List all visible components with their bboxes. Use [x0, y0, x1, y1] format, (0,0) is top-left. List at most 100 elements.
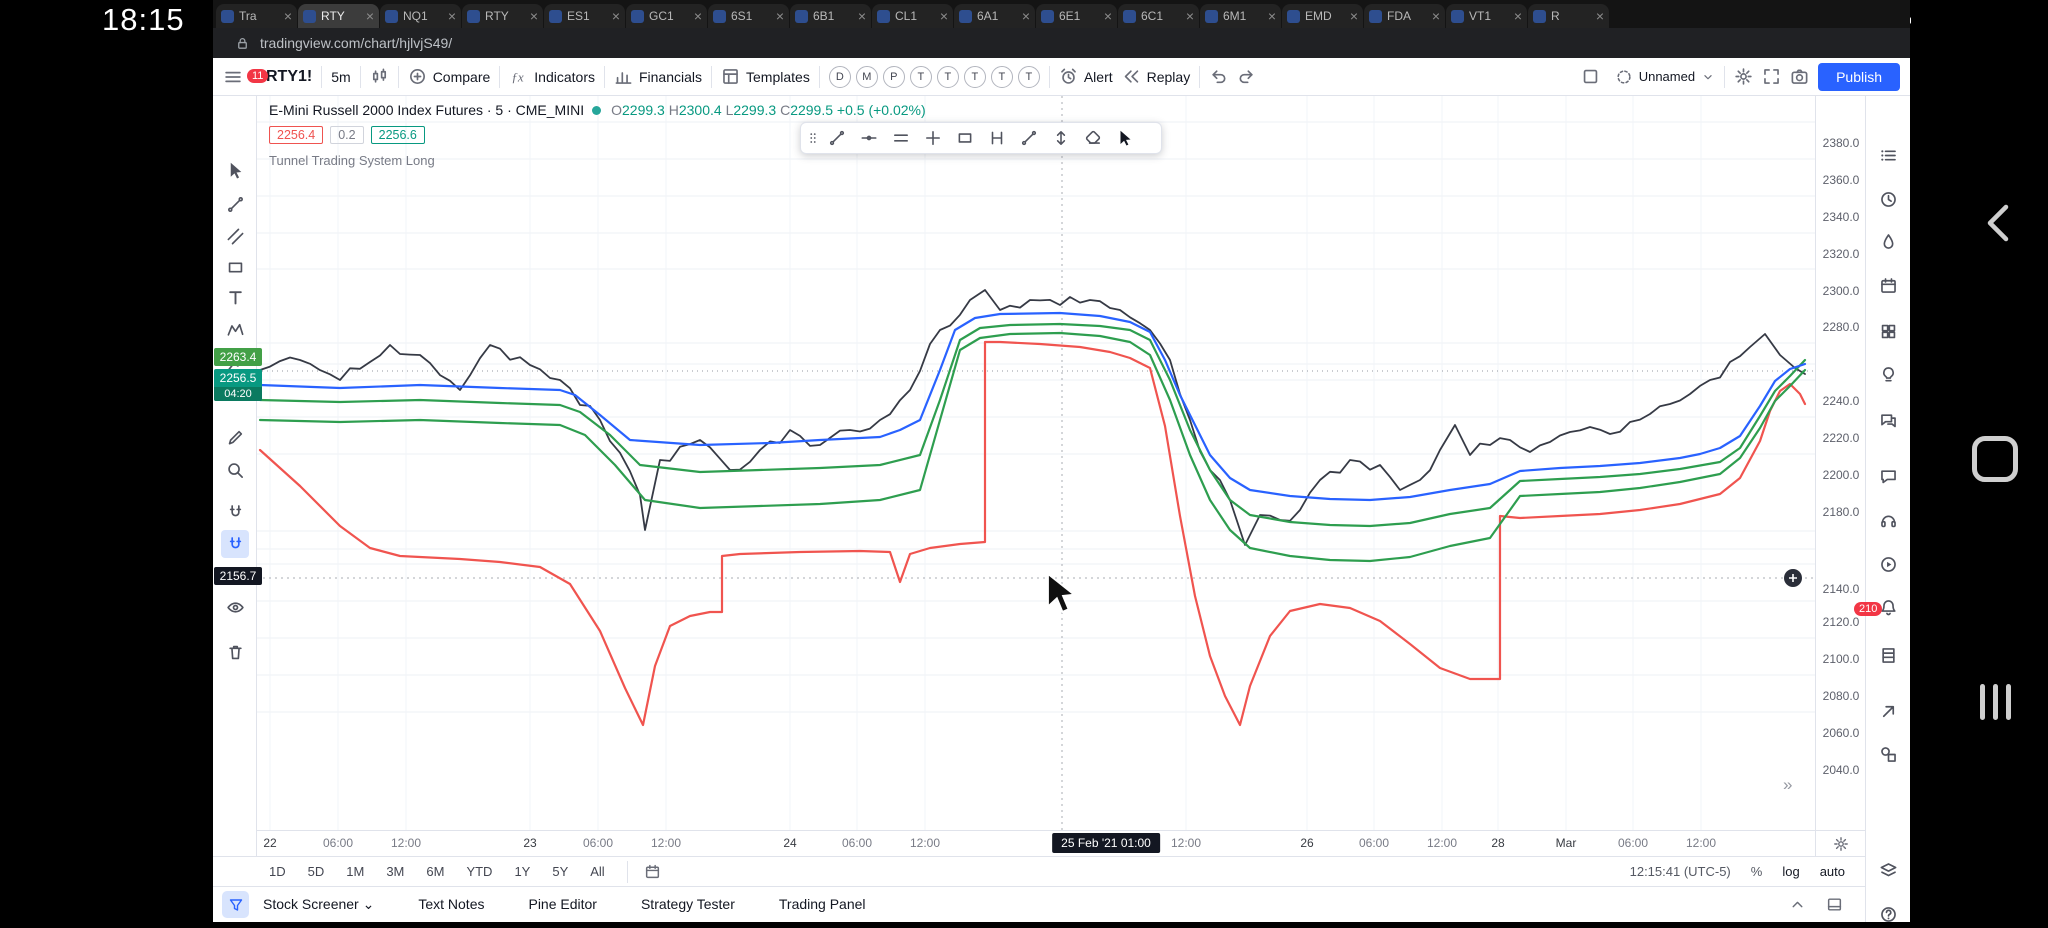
- price-range-icon[interactable]: [1045, 124, 1077, 152]
- templates-button[interactable]: Templates: [721, 67, 810, 86]
- screener-filter-button[interactable]: [222, 891, 249, 918]
- browser-tab[interactable]: 6A1 ×: [954, 4, 1035, 28]
- indicator-legend-row[interactable]: Tunnel Trading System Long: [269, 153, 926, 168]
- browser-tab[interactable]: 6S1 ×: [708, 4, 789, 28]
- tab-close-icon[interactable]: ×: [776, 9, 784, 23]
- quick-interval-button[interactable]: T: [990, 65, 1013, 88]
- save-layout-button[interactable]: Unnamed: [1615, 68, 1715, 86]
- drawing-mode-active-button[interactable]: [221, 530, 249, 558]
- browser-tab[interactable]: RTY ×: [298, 4, 379, 28]
- panel-tab[interactable]: Trading Panel: [779, 896, 866, 913]
- tab-close-icon[interactable]: ×: [1268, 9, 1276, 23]
- redo-button[interactable]: [1237, 67, 1256, 86]
- trend-line-tool-button[interactable]: [221, 190, 249, 218]
- compare-button[interactable]: Compare: [408, 67, 490, 86]
- hotlists-button[interactable]: [1874, 227, 1902, 255]
- panel-collapse-icon[interactable]: [1789, 896, 1806, 913]
- channel-tool-button[interactable]: [221, 222, 249, 250]
- undo-button[interactable]: [1209, 67, 1228, 86]
- panel-tab[interactable]: Pine Editor: [528, 896, 596, 913]
- collapse-scale-button[interactable]: »: [1783, 775, 1792, 795]
- browser-tab[interactable]: ES1 ×: [544, 4, 625, 28]
- tab-close-icon[interactable]: ×: [858, 9, 866, 23]
- main-menu-button[interactable]: 11: [223, 67, 269, 87]
- tab-close-icon[interactable]: ×: [1022, 9, 1030, 23]
- quick-interval-button[interactable]: T: [909, 65, 932, 88]
- eraser-icon[interactable]: [1077, 124, 1109, 152]
- tab-close-icon[interactable]: ×: [366, 9, 374, 23]
- browser-tab[interactable]: 6E1 ×: [1036, 4, 1117, 28]
- panel-tab[interactable]: Stock Screener ⌄: [263, 896, 374, 913]
- replay-button[interactable]: Replay: [1122, 67, 1190, 86]
- browser-tab[interactable]: R ×: [1528, 4, 1609, 28]
- tab-close-icon[interactable]: ×: [1432, 9, 1440, 23]
- hide-drawings-button[interactable]: [221, 593, 249, 621]
- price-axis[interactable]: 2380.0 2360.0 2340.0 2320.0 2300.0 2280.0 2240…: [1815, 96, 1865, 830]
- panel-tab[interactable]: Text Notes: [418, 896, 484, 913]
- dom-button[interactable]: [1874, 641, 1902, 669]
- cursor-select-icon[interactable]: [1109, 124, 1141, 152]
- pattern-tool-button[interactable]: [221, 315, 249, 343]
- calendar-button[interactable]: [1874, 271, 1902, 299]
- magnet-mode-button[interactable]: [221, 498, 249, 526]
- auto-scale-button[interactable]: auto: [1820, 864, 1845, 879]
- chart-canvas[interactable]: [257, 96, 1815, 830]
- browser-tab[interactable]: GC1 ×: [626, 4, 707, 28]
- android-recents-button[interactable]: [1980, 684, 2011, 720]
- interval-button[interactable]: 5m: [331, 69, 350, 85]
- browser-tab[interactable]: FDA ×: [1364, 4, 1445, 28]
- alerts-button[interactable]: [1874, 185, 1902, 213]
- android-home-button[interactable]: [1972, 436, 2018, 482]
- streams-button[interactable]: [1874, 550, 1902, 578]
- publish-idea-button[interactable]: [1874, 697, 1902, 725]
- quick-interval-button[interactable]: M: [855, 65, 878, 88]
- browser-tab[interactable]: EMD ×: [1282, 4, 1363, 28]
- trend-line-icon[interactable]: [821, 124, 853, 152]
- quick-interval-button[interactable]: D: [828, 65, 851, 88]
- fullscreen-button[interactable]: [1762, 67, 1781, 86]
- browser-tab[interactable]: VT1 ×: [1446, 4, 1527, 28]
- alert-button[interactable]: Alert: [1059, 67, 1113, 86]
- ideas-button[interactable]: [1874, 360, 1902, 388]
- drag-handle[interactable]: [805, 124, 821, 152]
- server-clock[interactable]: 12:15:41 (UTC-5): [1630, 864, 1731, 879]
- panel-tab[interactable]: Strategy Tester: [641, 896, 735, 913]
- range-button[interactable]: 5D: [308, 864, 325, 879]
- text-tool-button[interactable]: [221, 283, 249, 311]
- quick-interval-button[interactable]: T: [1017, 65, 1040, 88]
- tab-close-icon[interactable]: ×: [612, 9, 620, 23]
- object-tree-button[interactable]: [1874, 317, 1902, 345]
- tab-close-icon[interactable]: ×: [1514, 9, 1522, 23]
- browser-tab[interactable]: NQ1 ×: [380, 4, 461, 28]
- time-axis-settings[interactable]: [1815, 830, 1865, 856]
- browser-tab[interactable]: 6C1 ×: [1118, 4, 1199, 28]
- private-chat-button[interactable]: [1874, 462, 1902, 490]
- browser-tab[interactable]: Tra ×: [216, 4, 297, 28]
- tab-close-icon[interactable]: ×: [448, 9, 456, 23]
- time-axis[interactable]: 25 Feb '21 01:00 22 06:00 12:00 23 06:00 12:0…: [257, 830, 1815, 856]
- snapshot-button[interactable]: [1790, 67, 1809, 86]
- object-layers-button[interactable]: [1874, 856, 1902, 884]
- publish-button[interactable]: Publish: [1818, 62, 1900, 91]
- zoom-tool-button[interactable]: [221, 456, 249, 484]
- tab-close-icon[interactable]: ×: [530, 9, 538, 23]
- public-chat-button[interactable]: [1874, 406, 1902, 434]
- tab-close-icon[interactable]: ×: [940, 9, 948, 23]
- browser-tab[interactable]: CL1 ×: [872, 4, 953, 28]
- chart-properties-button[interactable]: [1734, 67, 1753, 86]
- range-button[interactable]: YTD: [466, 864, 492, 879]
- help-button[interactable]: [1874, 900, 1902, 928]
- cross-line-icon[interactable]: [917, 124, 949, 152]
- browser-tab[interactable]: 6M1 ×: [1200, 4, 1281, 28]
- shapes-tool-button[interactable]: [221, 253, 249, 281]
- more-widgets-button[interactable]: [1874, 740, 1902, 768]
- percent-scale-button[interactable]: %: [1751, 864, 1763, 879]
- tab-close-icon[interactable]: ×: [1350, 9, 1358, 23]
- panel-maximize-icon[interactable]: [1826, 896, 1843, 913]
- date-range-icon[interactable]: [981, 124, 1013, 152]
- android-back-button[interactable]: [1976, 200, 2022, 246]
- quick-interval-button[interactable]: T: [963, 65, 986, 88]
- range-button[interactable]: 1M: [346, 864, 364, 879]
- range-button[interactable]: 6M: [426, 864, 444, 879]
- rectangle-icon[interactable]: [949, 124, 981, 152]
